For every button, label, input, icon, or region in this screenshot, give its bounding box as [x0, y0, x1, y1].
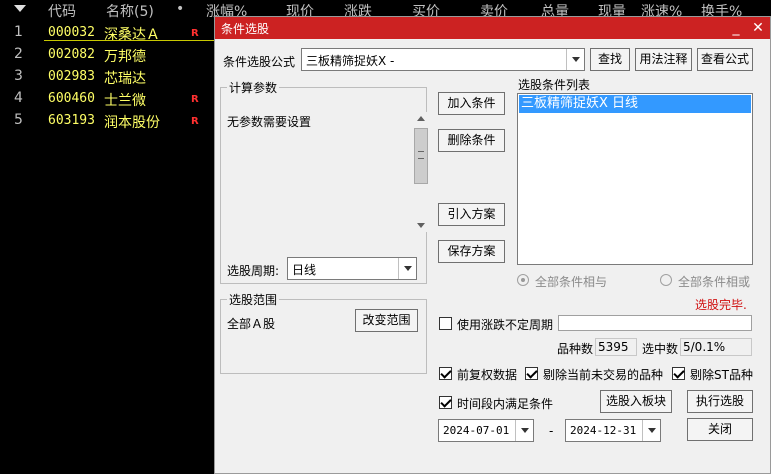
- col-code[interactable]: 代码: [48, 1, 76, 21]
- scroll-thumb[interactable]: [414, 128, 428, 184]
- condition-picker-dialog: 条件选股 _ ✕ 条件选股公式 三板精筛捉妖X - 查找 用法注释 查看公式 计…: [214, 16, 771, 474]
- range-group-label: 选股范围: [227, 291, 280, 308]
- time-range-checkbox[interactable]: [439, 396, 452, 409]
- selected-row-underline: [44, 40, 220, 41]
- row-index: 4: [14, 90, 23, 106]
- stock-code: 600460: [48, 91, 95, 106]
- chevron-down-icon[interactable]: [566, 49, 584, 70]
- chevron-down-icon[interactable]: [515, 420, 533, 441]
- minimize-icon[interactable]: _: [726, 17, 746, 39]
- stock-code: 000032: [48, 25, 95, 40]
- selected-value: 5/0.1%: [680, 338, 752, 356]
- col-name[interactable]: 名称(5): [106, 1, 154, 21]
- menu-triangle-icon[interactable]: [14, 5, 26, 12]
- stock-row[interactable]: 4 600460 士兰微 R: [0, 88, 220, 110]
- dialog-titlebar[interactable]: 条件选股 _ ✕: [215, 17, 770, 39]
- stock-row[interactable]: 3 002983 芯瑞达: [0, 66, 220, 88]
- time-range-label: 时间段内满足条件: [457, 397, 554, 411]
- remove-st-checkbox[interactable]: [672, 367, 685, 380]
- condition-list[interactable]: 三板精筛捉妖X 日线: [517, 93, 753, 265]
- params-scrollbar[interactable]: [413, 112, 429, 232]
- usage-notes-button[interactable]: 用法注释: [635, 48, 692, 71]
- params-group-label: 计算参数: [227, 79, 280, 96]
- params-text: 无参数需要设置: [227, 115, 312, 129]
- condition-list-label: 选股条件列表: [518, 78, 591, 92]
- stock-code: 603193: [48, 113, 95, 128]
- date-from-value: 2024-07-01: [443, 424, 510, 437]
- date-separator: -: [549, 424, 554, 438]
- forward-adjust-checkbox[interactable]: [439, 367, 452, 380]
- all-or-radio[interactable]: [660, 274, 672, 286]
- formula-label: 条件选股公式: [223, 55, 296, 69]
- row-index: 1: [14, 24, 23, 40]
- col-dot: •: [176, 1, 185, 17]
- stock-name: 芯瑞达: [104, 71, 146, 87]
- stock-name: 润本股份: [104, 115, 160, 131]
- margin-flag: R: [191, 116, 199, 127]
- scroll-up-icon[interactable]: [413, 112, 429, 126]
- stock-name: 士兰微: [104, 93, 146, 109]
- date-from-picker[interactable]: 2024-07-01: [438, 419, 534, 442]
- count-value: 5395: [595, 338, 637, 356]
- condition-list-item[interactable]: 三板精筛捉妖X 日线: [519, 95, 751, 113]
- import-scheme-button[interactable]: 引入方案: [438, 203, 505, 226]
- stock-name: 万邦德: [104, 49, 146, 65]
- use-uncertain-period-checkbox[interactable]: [439, 317, 452, 330]
- close-icon[interactable]: ✕: [748, 17, 768, 39]
- all-and-radio[interactable]: [517, 274, 529, 286]
- remove-untraded-label: 剔除当前未交易的品种: [543, 368, 664, 382]
- stock-code: 002082: [48, 47, 95, 62]
- all-and-label: 全部条件相与: [535, 275, 608, 289]
- stock-code: 002983: [48, 69, 95, 84]
- all-or-label: 全部条件相或: [678, 275, 751, 289]
- remove-st-label: 剔除ST品种: [690, 368, 753, 382]
- formula-value: 三板精筛捉妖X -: [306, 54, 395, 68]
- dialog-title: 条件选股: [221, 22, 270, 36]
- period-range-input[interactable]: [558, 315, 752, 331]
- remove-untraded-checkbox[interactable]: [525, 367, 538, 380]
- find-button[interactable]: 查找: [590, 48, 630, 71]
- save-scheme-button[interactable]: 保存方案: [438, 240, 505, 263]
- close-button[interactable]: 关闭: [687, 418, 753, 441]
- date-to-value: 2024-12-31: [570, 424, 637, 437]
- stock-row[interactable]: 2 002082 万邦德: [0, 44, 220, 66]
- formula-select[interactable]: 三板精筛捉妖X -: [301, 48, 585, 71]
- delete-condition-button[interactable]: 删除条件: [438, 129, 505, 152]
- add-to-block-button[interactable]: 选股入板块: [600, 390, 672, 413]
- status-text: 选股完毕.: [695, 298, 747, 312]
- forward-adjust-label: 前复权数据: [457, 368, 518, 382]
- range-group: 选股范围 全部Ａ股 改变范围: [220, 291, 427, 374]
- date-to-picker[interactable]: 2024-12-31: [565, 419, 661, 442]
- margin-flag: R: [191, 28, 199, 39]
- chevron-down-icon[interactable]: [398, 258, 416, 279]
- use-uncertain-period-label: 使用涨跌不定周期: [457, 318, 554, 332]
- count-label: 品种数: [557, 342, 594, 356]
- stock-name: 深桑达Ａ: [104, 27, 160, 43]
- add-condition-button[interactable]: 加入条件: [438, 92, 505, 115]
- chevron-down-icon[interactable]: [642, 420, 660, 441]
- period-value: 日线: [292, 263, 317, 277]
- view-formula-button[interactable]: 查看公式: [697, 48, 753, 71]
- row-index: 3: [14, 68, 23, 84]
- stock-row[interactable]: 1 000032 深桑达Ａ R: [0, 22, 220, 44]
- selected-label: 选中数: [642, 342, 679, 356]
- margin-flag: R: [191, 94, 199, 105]
- scroll-down-icon[interactable]: [413, 218, 429, 232]
- change-range-button[interactable]: 改变范围: [355, 309, 418, 332]
- range-value: 全部Ａ股: [227, 317, 276, 331]
- row-index: 2: [14, 46, 23, 62]
- period-select[interactable]: 日线: [287, 257, 417, 280]
- stock-row[interactable]: 5 603193 润本股份 R: [0, 110, 220, 132]
- execute-button[interactable]: 执行选股: [687, 390, 753, 413]
- row-index: 5: [14, 112, 23, 128]
- quote-list: 1 000032 深桑达Ａ R 2 002082 万邦德 3 002983 芯瑞…: [0, 22, 220, 132]
- period-label: 选股周期:: [227, 264, 280, 278]
- params-group: 计算参数 无参数需要设置 选股周期: 日线: [220, 79, 429, 284]
